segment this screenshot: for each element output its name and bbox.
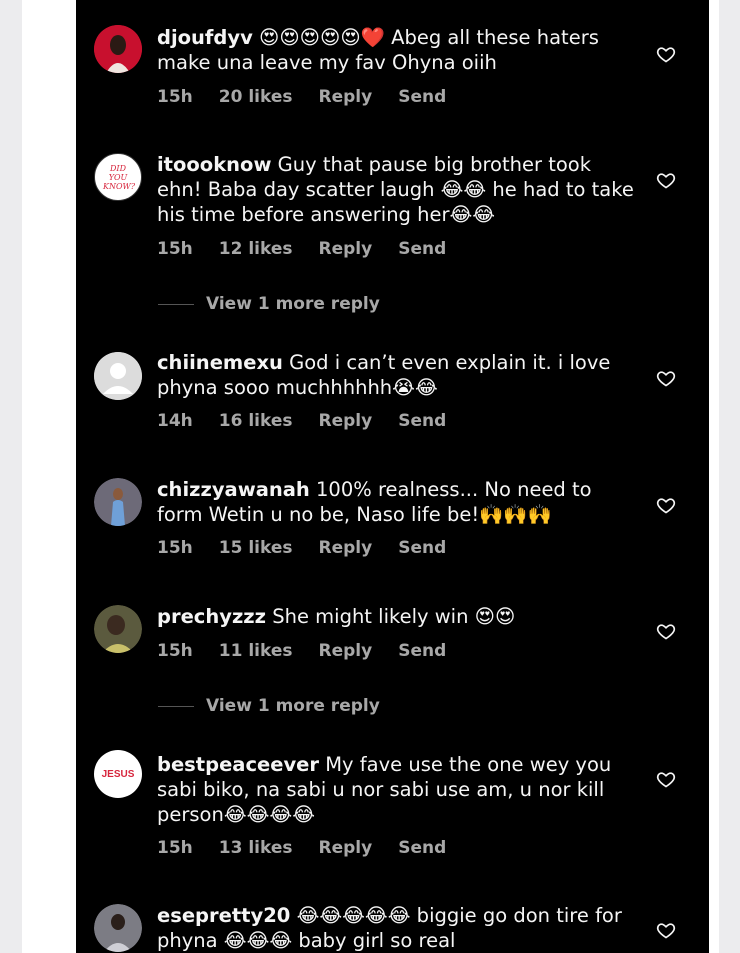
heart-outline-icon[interactable] [656,769,676,789]
avatar[interactable] [94,25,142,73]
comment-meta: 14h 16 likes Reply Send [157,411,472,431]
comment-text: bestpeaceever My fave use the one wey yo… [157,752,637,827]
username[interactable]: chizzyawanah [157,478,310,501]
comments-list: djoufdyv 😍😍😍😍😍❤️ Abeg all these haters m… [76,0,709,953]
reply-button[interactable]: Reply [319,641,373,661]
reply-button[interactable]: Reply [319,87,373,107]
username[interactable]: bestpeaceever [157,753,319,776]
timestamp: 15h [157,641,193,661]
view-more-replies[interactable]: View 1 more reply [158,294,380,314]
avatar-text: DID YOU KNOW? [103,163,136,191]
username[interactable]: esepretty20 [157,904,290,927]
comment-meta: 15h 12 likes Reply Send [157,239,472,259]
comment-text: prechyzzz She might likely win 😍😍 [157,604,637,629]
reply-button[interactable]: Reply [319,411,373,431]
comment-text: djoufdyv 😍😍😍😍😍❤️ Abeg all these haters m… [157,25,637,75]
avatar[interactable]: DID YOU KNOW? [94,153,142,201]
heart-outline-icon[interactable] [656,368,676,388]
send-button[interactable]: Send [398,87,446,107]
send-button[interactable]: Send [398,411,446,431]
comment-meta: 15h 15 likes Reply Send [157,538,472,558]
heart-outline-icon[interactable] [656,920,676,940]
view-more-replies[interactable]: View 1 more reply [158,696,380,716]
likes-count[interactable]: 13 likes [219,838,293,858]
page-frame: djoufdyv 😍😍😍😍😍❤️ Abeg all these haters m… [22,0,719,953]
comment-meta: 15h 11 likes Reply Send [157,641,472,661]
username[interactable]: chiinemexu [157,351,283,374]
timestamp: 15h [157,239,193,259]
view-more-label[interactable]: View 1 more reply [206,294,380,314]
comment-text: chizzyawanah 100% realness... No need to… [157,477,637,527]
send-button[interactable]: Send [398,641,446,661]
divider-line [158,303,194,305]
likes-count[interactable]: 16 likes [219,411,293,431]
heart-outline-icon[interactable] [656,44,676,64]
likes-count[interactable]: 15 likes [219,538,293,558]
send-button[interactable]: Send [398,239,446,259]
heart-outline-icon[interactable] [656,621,676,641]
reply-button[interactable]: Reply [319,838,373,858]
timestamp: 14h [157,411,193,431]
avatar[interactable] [94,478,142,526]
comment-body: She might likely win 😍😍 [272,605,516,628]
username[interactable]: itoooknow [157,153,271,176]
divider-line [158,705,194,707]
reply-button[interactable]: Reply [319,239,373,259]
likes-count[interactable]: 20 likes [219,87,293,107]
send-button[interactable]: Send [398,838,446,858]
comment-text: itoooknow Guy that pause big brother too… [157,152,637,227]
username[interactable]: prechyzzz [157,605,266,628]
comment-meta: 15h 20 likes Reply Send [157,87,472,107]
likes-count[interactable]: 12 likes [219,239,293,259]
view-more-label[interactable]: View 1 more reply [206,696,380,716]
timestamp: 15h [157,838,193,858]
avatar[interactable] [94,352,142,400]
timestamp: 15h [157,87,193,107]
likes-count[interactable]: 11 likes [219,641,293,661]
heart-outline-icon[interactable] [656,495,676,515]
heart-outline-icon[interactable] [656,170,676,190]
avatar-text: JESUS [101,768,135,780]
timestamp: 15h [157,538,193,558]
reply-button[interactable]: Reply [319,538,373,558]
avatar[interactable] [94,904,142,952]
avatar[interactable]: JESUS [94,750,142,798]
comment-text: esepretty20 😂😂😂😂😂 biggie go don tire for… [157,903,637,953]
avatar[interactable] [94,605,142,653]
username[interactable]: djoufdyv [157,26,253,49]
comment-text: chiinemexu God i can’t even explain it. … [157,350,637,400]
send-button[interactable]: Send [398,538,446,558]
comment-meta: 15h 13 likes Reply Send [157,838,472,858]
